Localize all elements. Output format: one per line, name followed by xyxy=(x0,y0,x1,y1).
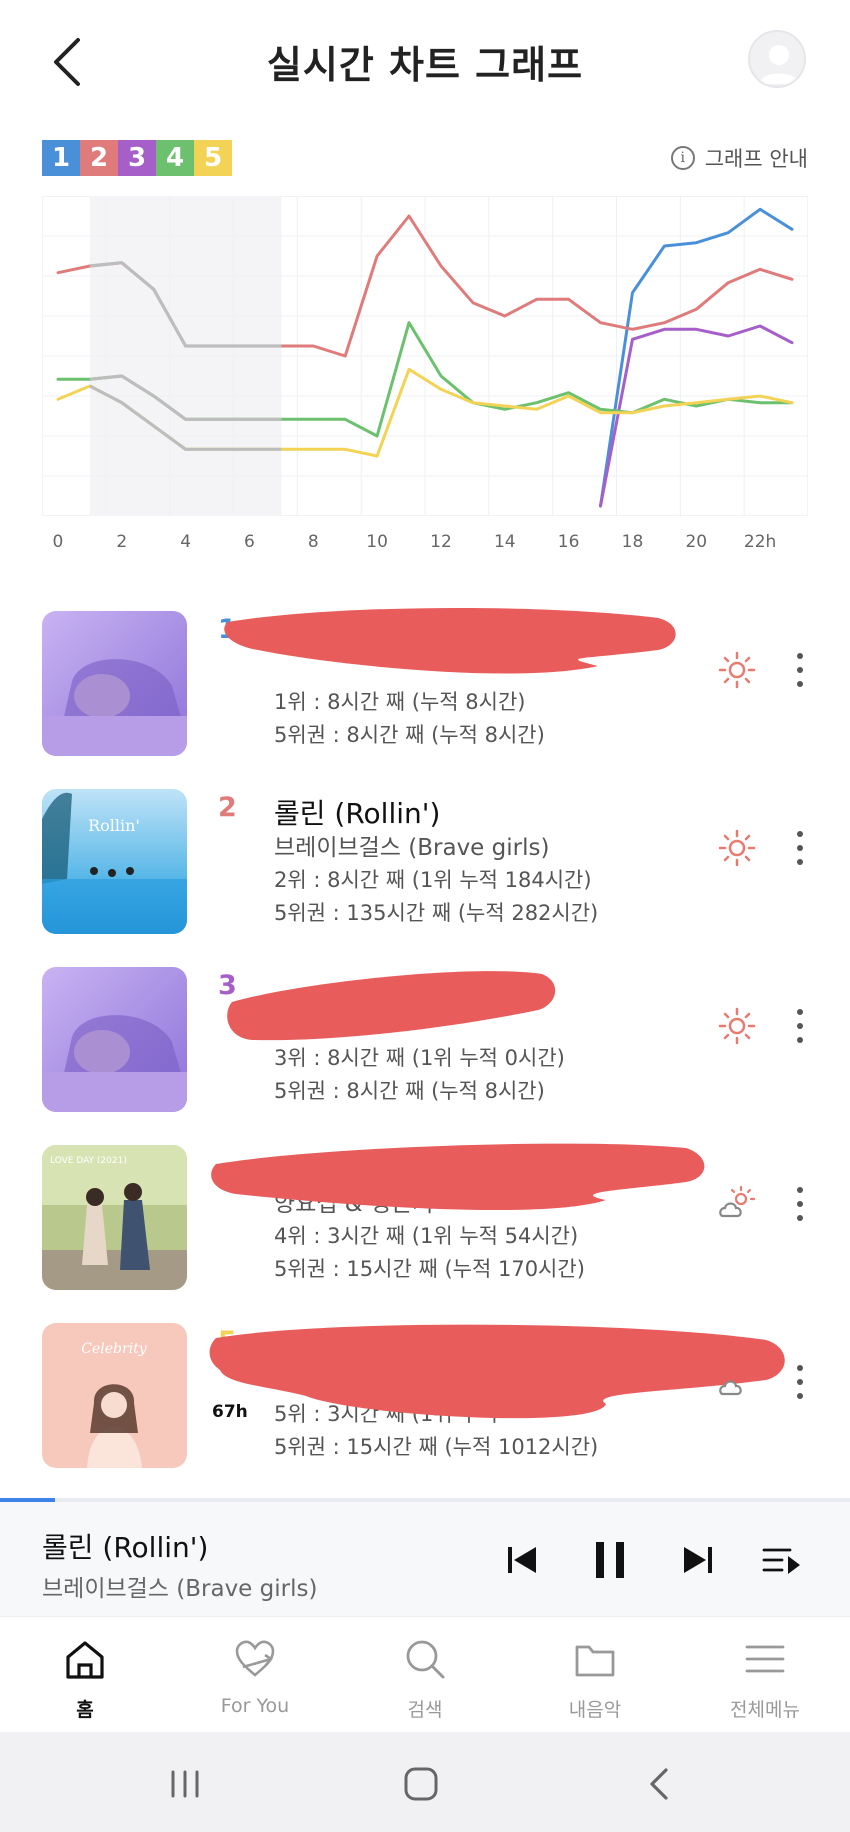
profile-avatar[interactable] xyxy=(748,30,806,88)
pause-icon[interactable] xyxy=(588,1538,632,1582)
list-item[interactable]: LOVE DAY (2021) 양요섭 & 정은지 4위 : 3시간 째 (1위… xyxy=(0,1134,850,1312)
nav-home-label: 홈 xyxy=(76,1699,94,1721)
rank-stat-first: 1위 : 8시간 째 (누적 8시간) xyxy=(274,690,526,714)
next-track-icon[interactable] xyxy=(676,1538,720,1582)
home-button-icon[interactable] xyxy=(401,1764,441,1804)
previous-track-icon[interactable] xyxy=(500,1538,544,1582)
list-item[interactable]: 3 3위 : 8시간 째 (1위 누적 0시간) 5위권 : 8시간 째 (누적… xyxy=(0,956,850,1134)
cloud-icon xyxy=(719,1380,742,1396)
search-icon xyxy=(406,1640,445,1679)
rank-stat-top5: 5위권 : 8시간 째 (누적 8시간) xyxy=(274,723,545,747)
rank-stat-first: 4위 : 3시간 째 (1위 누적 54시간) xyxy=(274,1224,579,1248)
folder-icon xyxy=(575,1645,615,1677)
mini-player[interactable]: 롤린 (Rollin') 브레이브걸스 (Brave girls) xyxy=(0,1502,850,1616)
more-options-icon[interactable] xyxy=(790,828,810,868)
legend-rank-2: 2 xyxy=(80,140,118,176)
legend-rank-5: 5 xyxy=(194,140,232,176)
legend-rank-3: 3 xyxy=(118,140,156,176)
album-cover[interactable] xyxy=(42,967,187,1112)
sun-icon xyxy=(718,651,756,689)
rank-stat-first: 2위 : 8시간 째 (1위 누적 184시간) xyxy=(274,868,592,892)
legend-rank-4: 4 xyxy=(156,140,194,176)
bottom-navigation: 홈 For You 검색 내음악 전체메뉴 xyxy=(0,1616,850,1732)
x-tick-label: 20 xyxy=(685,532,708,552)
more-options-icon[interactable] xyxy=(790,650,810,690)
nav-my-music[interactable]: 내음악 xyxy=(510,1617,680,1733)
nav-home[interactable]: 홈 xyxy=(0,1617,170,1733)
list-item[interactable]: Celebrity 5 67h 5위 : 3시간 째 (1위 누적 5위권 : … xyxy=(0,1312,850,1490)
sun-cloud-icon xyxy=(719,1185,756,1218)
more-options-icon[interactable] xyxy=(790,1184,810,1224)
rank-stat-top5: 5위권 : 15시간 째 (누적 1012시간) xyxy=(274,1435,599,1459)
x-tick-label: 4 xyxy=(180,532,192,552)
list-item[interactable]: 1 1위 : 8시간 째 (누적 8시간) 5위권 : 8시간 째 (누적 8시… xyxy=(0,600,850,778)
x-tick-label: 2 xyxy=(116,532,128,552)
more-options-icon[interactable] xyxy=(790,1006,810,1046)
x-tick-label: 16 xyxy=(557,532,580,552)
artist-name: 브레이브걸스 (Brave girls) xyxy=(274,835,550,861)
nav-for-you[interactable]: For You xyxy=(170,1617,340,1733)
rank-stat-top5: 5위권 : 15시간 째 (누적 170시간) xyxy=(274,1257,585,1281)
recent-apps-icon[interactable] xyxy=(165,1764,205,1804)
menu-icon xyxy=(745,1645,785,1673)
nav-my-music-label: 내음악 xyxy=(568,1699,622,1721)
nav-search[interactable]: 검색 xyxy=(340,1617,510,1733)
x-tick-label: 6 xyxy=(244,532,255,552)
svg-text:Celebrity: Celebrity xyxy=(81,1341,148,1357)
app-header: 실시간 차트 그래프 xyxy=(0,0,850,120)
system-navigation-bar xyxy=(0,1732,850,1832)
page-title: 실시간 차트 그래프 xyxy=(266,43,584,87)
x-axis-ticks: 0 2 4 6 8 10 12 14 16 18 20 22h xyxy=(0,532,850,562)
x-tick-label: 0 xyxy=(52,532,64,552)
nav-full-menu-label: 전체메뉴 xyxy=(730,1699,800,1721)
home-icon xyxy=(66,1641,104,1679)
svg-text:LOVE DAY (2021): LOVE DAY (2021) xyxy=(50,1156,127,1166)
album-cover[interactable] xyxy=(42,611,187,756)
rank-number: 2 xyxy=(218,792,237,823)
rank-stat-top5: 5위권 : 135시간 째 (누적 282시간) xyxy=(274,901,599,925)
legend-rank-1: 1 xyxy=(42,140,80,176)
redaction-mark xyxy=(224,607,676,674)
svg-text:Rollin': Rollin' xyxy=(88,816,140,835)
sun-icon xyxy=(718,1007,756,1045)
x-tick-label: 12 xyxy=(430,532,452,552)
playlist-icon[interactable] xyxy=(760,1538,804,1582)
nav-full-menu[interactable]: 전체메뉴 xyxy=(680,1617,850,1733)
info-icon: i xyxy=(670,146,695,170)
song-title: 롤린 (Rollin') xyxy=(274,797,441,830)
nav-search-label: 검색 xyxy=(407,1699,443,1721)
sun-icon xyxy=(718,829,756,867)
heart-arrow-icon xyxy=(235,1640,275,1677)
rank-legend: 1 2 3 4 5 xyxy=(42,140,232,176)
x-tick-label: 10 xyxy=(366,532,388,552)
nav-for-you-label: For You xyxy=(220,1695,290,1717)
x-tick-label: 22h xyxy=(743,532,777,552)
list-item[interactable]: Rollin' 2 롤린 (Rollin') 브레이브걸스 (Brave gir… xyxy=(0,778,850,956)
now-playing-title: 롤린 (Rollin') xyxy=(42,1531,209,1564)
album-cover[interactable]: Celebrity xyxy=(42,1323,187,1468)
x-tick-label: 18 xyxy=(621,532,644,552)
now-playing-artist: 브레이브걸스 (Brave girls) xyxy=(42,1576,318,1602)
system-back-icon[interactable] xyxy=(640,1764,680,1804)
more-options-icon[interactable] xyxy=(790,1362,810,1402)
graph-guide-label: 그래프 안내 xyxy=(704,147,808,171)
x-tick-label: 8 xyxy=(307,532,319,552)
realtime-rank-chart xyxy=(42,196,808,516)
graph-guide-button[interactable]: i 그래프 안내 xyxy=(670,143,808,173)
album-cover[interactable]: LOVE DAY (2021) xyxy=(42,1145,187,1290)
album-cover[interactable]: Rollin' xyxy=(42,789,187,934)
x-tick-label: 14 xyxy=(493,532,516,552)
rank-stat-top5: 5위권 : 8시간 째 (누적 8시간) xyxy=(274,1079,545,1103)
